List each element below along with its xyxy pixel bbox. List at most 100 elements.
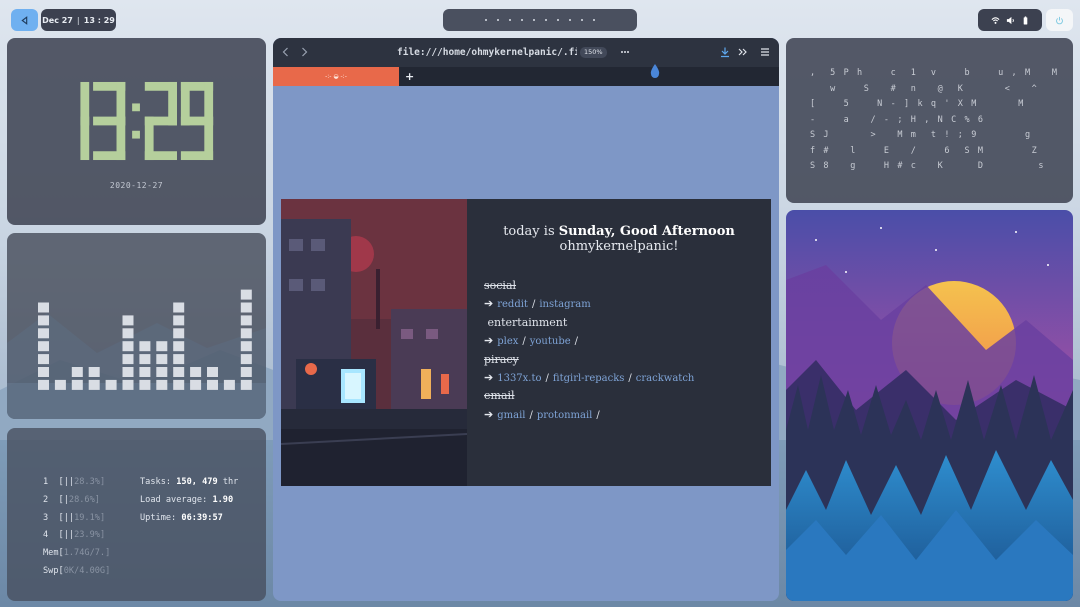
link-1337x[interactable]: 1337x.to [497, 373, 541, 384]
link-instagram[interactable]: instagram [539, 299, 590, 310]
workspace-dot[interactable] [581, 19, 583, 21]
link-gmail[interactable]: gmail [497, 410, 525, 421]
clock-colon-dot [131, 103, 140, 112]
visualizer-bar-block [38, 328, 49, 339]
category-social: social [484, 279, 517, 292]
battery-icon[interactable] [1021, 15, 1030, 25]
link-reddit[interactable]: reddit [497, 299, 528, 310]
cursor-drop-icon [650, 64, 660, 78]
workspace-dot[interactable] [521, 19, 523, 21]
link-row: ➔ gmail / protonmail / [484, 406, 694, 424]
tab-startpage[interactable]: -:- ◒ -:- [273, 67, 399, 86]
clock-date: 2020-12-27 [109, 181, 164, 190]
workspace-dot[interactable] [545, 19, 547, 21]
visualizer-bar-block [240, 315, 252, 326]
topbar-datetime[interactable]: Dec 27 | 13 : 29 [41, 9, 116, 31]
htop-output: 1 [||28.3%] Tasks: 150, 479 thr 2 [|28.6%… [43, 474, 238, 581]
link-row: ➔ plex / youtube / [484, 332, 694, 350]
htop-row: Mem[1.74G/7.] [43, 545, 238, 563]
hamburger-menu-icon[interactable] [759, 46, 771, 58]
visualizer-bar-block [88, 367, 100, 377]
launcher-button[interactable] [11, 9, 38, 31]
visualizer-bar-block [240, 354, 252, 365]
link-separator: / [628, 372, 632, 384]
topbar-date: Dec 27 [42, 15, 73, 25]
downloads-icon[interactable] [719, 46, 731, 58]
overflow-menu-icon[interactable] [737, 46, 749, 58]
workspace-dot[interactable] [569, 19, 571, 21]
tasks-value: 150, 479 [176, 477, 218, 487]
link-separator: / [531, 299, 536, 311]
category-entertainment: entertainment [484, 314, 694, 332]
browser-window: file:///home/ohmykernelpanic/.firefox 15… [273, 38, 779, 601]
visualizer-bar-block [240, 302, 252, 313]
uptime-info: Uptime: 06:39:57 [140, 510, 223, 528]
visualizer-bar-block [156, 367, 168, 377]
visualizer-bar-block [122, 328, 134, 339]
back-icon[interactable] [280, 46, 292, 58]
page-actions-icon[interactable] [619, 46, 631, 58]
category-email: email [484, 389, 515, 403]
workspace-switcher[interactable] [443, 9, 637, 31]
visualizer-bar-block [38, 302, 49, 313]
link-plex[interactable]: plex [497, 336, 518, 347]
zoom-indicator[interactable]: 150% [580, 47, 607, 58]
clock-segment [79, 116, 89, 161]
visualizer-bar-block [139, 367, 151, 377]
workspace-dot[interactable] [557, 19, 559, 21]
tasks-info: Tasks: 150, 479 thr [140, 474, 238, 492]
cpu-number: 2 [43, 494, 49, 505]
cpu-meter: 2 [|28.6%] [43, 492, 140, 510]
visualizer-bar-block [240, 367, 252, 377]
matrix-characters: , 5 P h c 1 v b u , M M w S # n @ K < ^ [… [786, 38, 1073, 203]
visualizer-bar-block [223, 379, 235, 390]
visualizer-bar-block [173, 354, 185, 365]
startpage-card: today is Sunday, Good Afternoon ohmykern… [281, 199, 771, 486]
power-icon [1056, 16, 1063, 24]
cpu-bar: [|| [58, 477, 75, 487]
htop-row: 3 [||19.1%] Uptime: 06:39:57 [43, 510, 238, 528]
workspace-dot[interactable] [593, 19, 595, 21]
link-fitgirl[interactable]: fitgirl-repacks [553, 373, 625, 384]
system-tray[interactable] [978, 9, 1042, 31]
uptime-label: Uptime: [140, 512, 177, 523]
visualizer-bar-block [71, 367, 83, 377]
workspace-dot[interactable] [485, 19, 487, 21]
volume-icon[interactable] [1006, 16, 1015, 25]
visualizer-bar-block [156, 354, 168, 365]
link-row: ➔ reddit / instagram [484, 295, 694, 313]
startpage-content: today is Sunday, Good Afternoon ohmykern… [467, 199, 771, 486]
link-separator: / [522, 336, 526, 348]
visualizer-bar-block [173, 315, 185, 326]
matrix-row: - a / - ; H , N C % 6 [810, 114, 985, 125]
clock-segment [144, 151, 177, 161]
matrix-row: S 8 g H # c K D s [810, 161, 1046, 171]
visualizer-bar-block [156, 341, 168, 352]
visualizer-bar-block [190, 367, 202, 377]
workspace-dot[interactable] [497, 19, 499, 21]
power-button[interactable] [1046, 9, 1073, 31]
clock-colon-dot [131, 130, 140, 139]
link-separator: / [574, 336, 579, 348]
cpu-number: 4 [43, 530, 49, 541]
cpu-meter: 1 [||28.3%] [43, 474, 140, 492]
visualizer-bar-block [173, 302, 185, 313]
cpu-bar: [|| [58, 512, 75, 523]
link-protonmail[interactable]: protonmail [537, 410, 593, 421]
workspace-dot[interactable] [533, 19, 535, 21]
workspace-dot[interactable] [509, 19, 511, 21]
wifi-icon[interactable] [991, 16, 1000, 25]
matrix-row: w S # n @ K < ^ [810, 83, 1039, 94]
link-separator: / [596, 409, 600, 421]
cpu-meter: 4 [||23.9%] [43, 527, 140, 545]
forward-icon[interactable] [298, 46, 310, 58]
load-value: 1.90 [212, 494, 234, 505]
topbar-divider: | [76, 15, 80, 25]
visualizer-bar-block [173, 367, 185, 377]
bookmark-list: social ➔ reddit / instagram entertainment ➔… [484, 277, 694, 424]
link-crackwatch[interactable]: crackwatch [636, 373, 695, 384]
link-youtube[interactable]: youtube [530, 336, 571, 347]
new-tab-button[interactable]: + [405, 70, 414, 83]
load-info: Load average: 1.90 [140, 492, 233, 510]
url-bar[interactable]: file:///home/ohmykernelpanic/.firefox [397, 47, 577, 58]
